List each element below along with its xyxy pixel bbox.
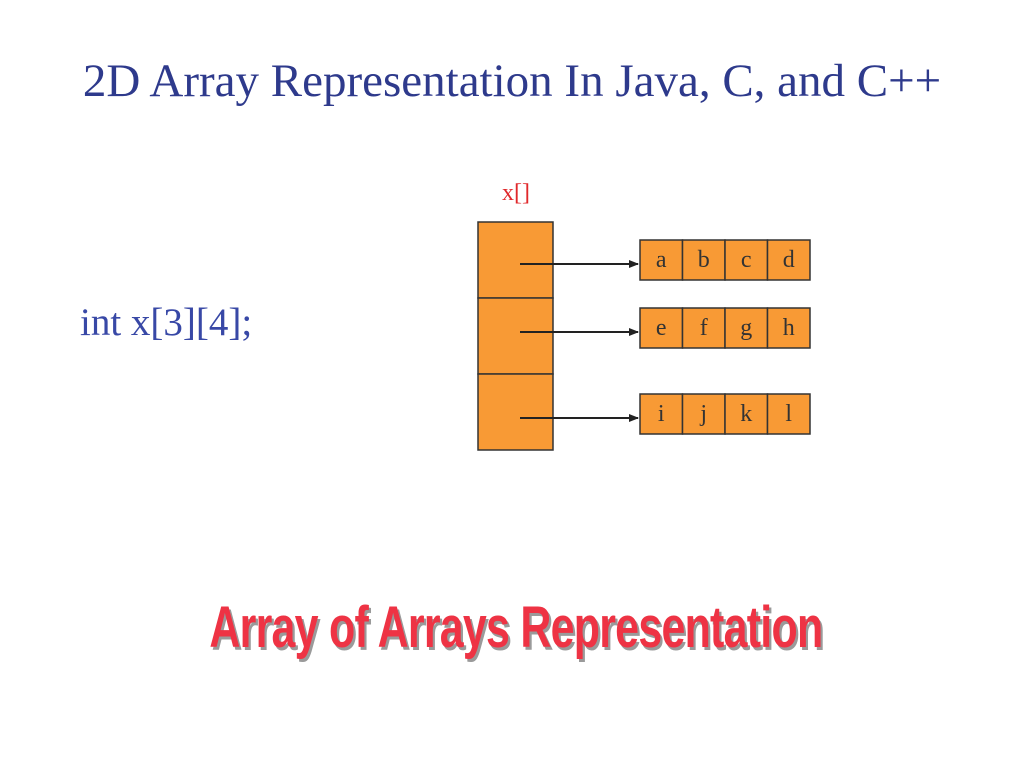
pointer-array [477, 221, 554, 451]
row-arrays: a b c d e f g h i j k l [639, 239, 811, 435]
array-cell-value: l [785, 401, 792, 427]
array-cell-value: c [741, 247, 752, 273]
row-array-0: a b c d [639, 239, 811, 281]
array-cell-value: h [783, 315, 795, 341]
array-cell-value: k [740, 401, 752, 427]
array-cell-value: f [700, 315, 708, 341]
array-cell-value: i [658, 401, 665, 427]
pointer-cell-1 [477, 297, 554, 375]
array-of-arrays-banner: Array of Arrays Representation [209, 595, 823, 660]
row-array-1: e f g h [639, 307, 811, 349]
slide: 2D Array Representation In Java, C, and … [0, 0, 1024, 768]
pointer-cell-0 [477, 221, 554, 299]
row-array-2: i j k l [639, 393, 811, 435]
array-cell-value: b [698, 247, 710, 273]
array-cell-value: e [656, 315, 667, 341]
array-cell-value: g [740, 315, 752, 341]
array-cell-value: j [699, 401, 707, 427]
pointer-cell-2 [477, 373, 554, 451]
array-cell-value: a [656, 247, 667, 273]
array-cell-value: d [783, 247, 795, 273]
